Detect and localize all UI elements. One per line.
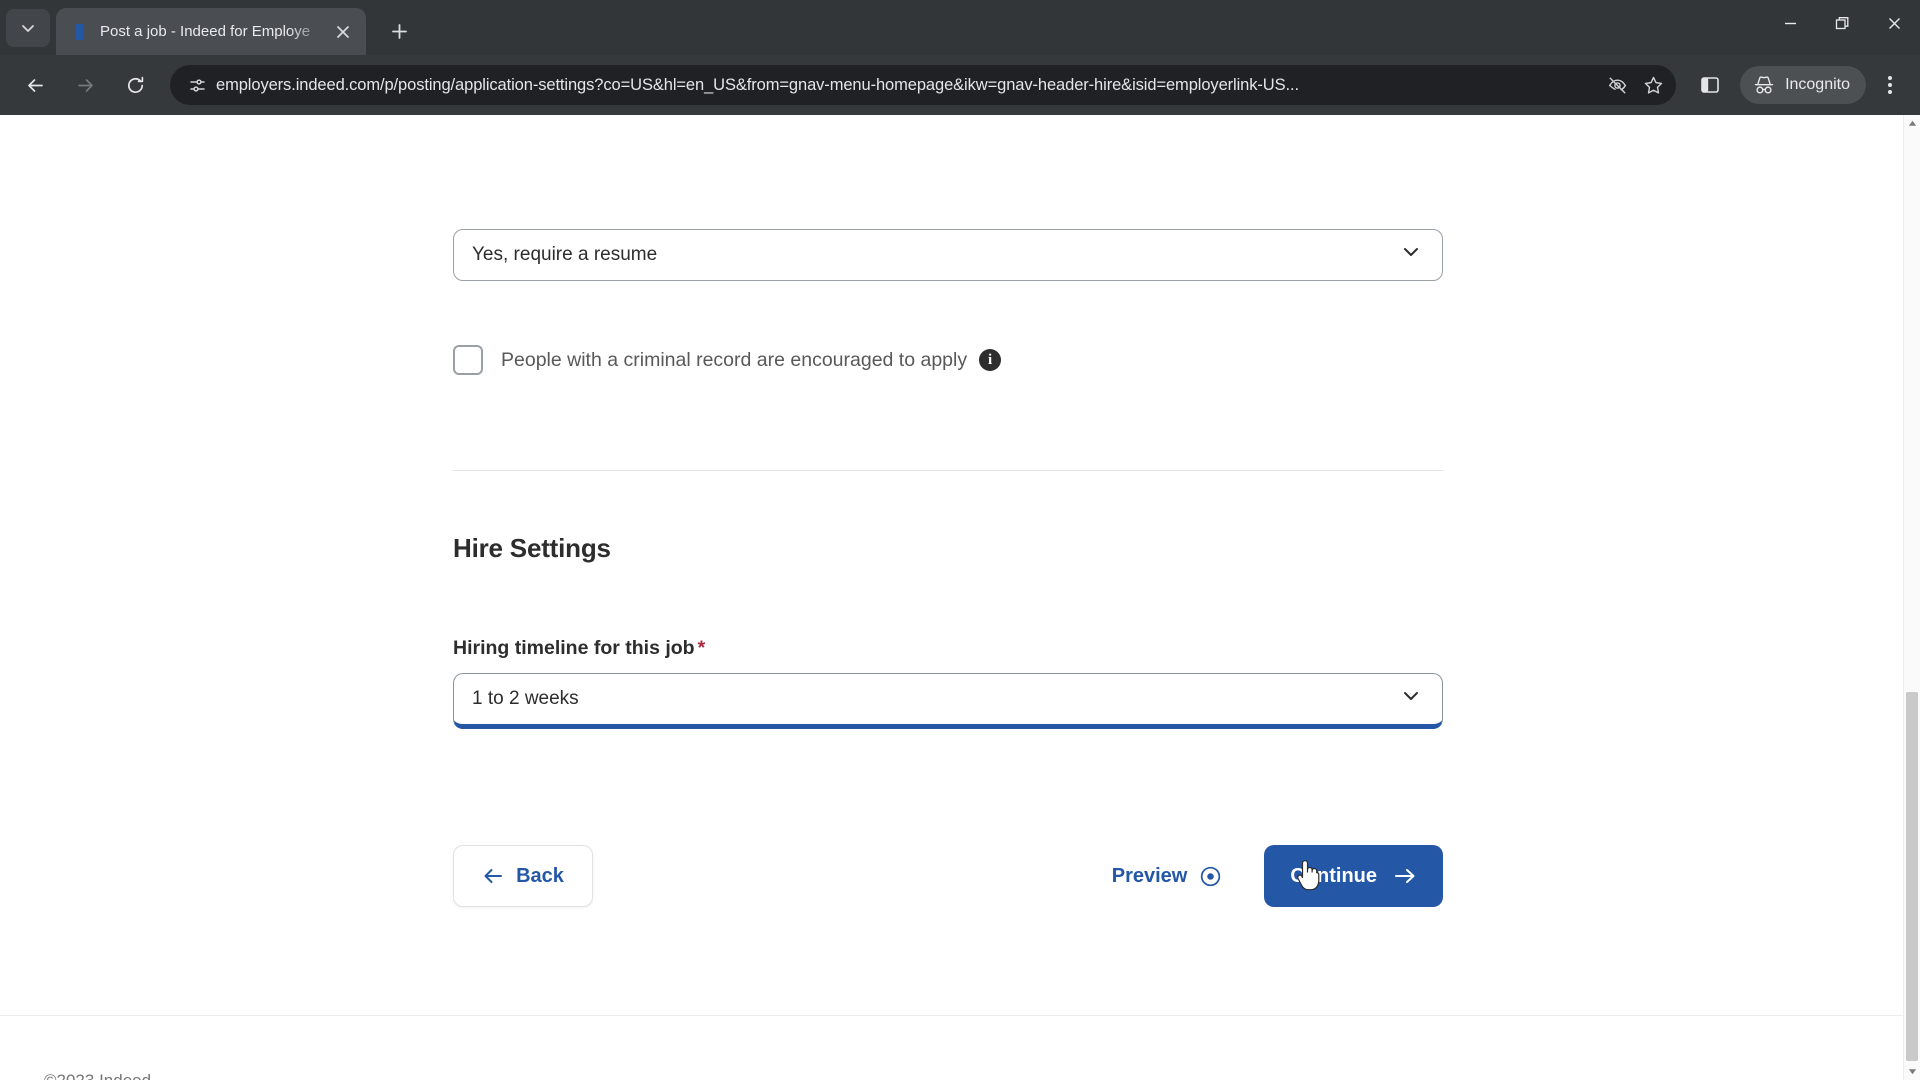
incognito-indicator[interactable]: Incognito (1740, 66, 1866, 104)
preview-button-label: Preview (1111, 864, 1188, 887)
page-viewport: Yes, require a resume People with a crim… (0, 115, 1920, 1080)
minimize-icon (1784, 22, 1796, 25)
footer-divider (0, 1015, 1903, 1016)
star-icon (1644, 76, 1662, 94)
hiring-timeline-label-text: Hiring timeline for this job (453, 637, 695, 659)
browser-toolbar: employers.indeed.com/p/posting/applicati… (0, 55, 1920, 115)
minimize-button[interactable] (1764, 0, 1816, 47)
plus-icon (391, 23, 407, 39)
arrow-right-icon (1393, 866, 1417, 886)
page-footer: ©2023 Indeed Cookies, privacy and terms … (44, 1071, 873, 1080)
required-asterisk: * (697, 637, 706, 659)
tab-title: Post a job - Indeed for Employe (100, 23, 311, 40)
scroll-up-button[interactable] (1904, 115, 1920, 132)
hiring-timeline-label: Hiring timeline for this job * (453, 637, 705, 660)
close-window-button[interactable] (1868, 0, 1920, 47)
eye-off-icon (1608, 77, 1626, 93)
arrow-left-icon (482, 866, 504, 886)
close-icon (1888, 18, 1900, 29)
continue-button-label: Continue (1290, 864, 1377, 887)
eye-icon (1199, 865, 1222, 888)
tab-strip: Post a job - Indeed for Employe (0, 0, 1920, 55)
criminal-record-checkbox-row[interactable]: People with a criminal record are encour… (453, 345, 1002, 375)
page-scrollbar[interactable] (1903, 115, 1920, 1080)
close-icon (337, 25, 349, 38)
hiring-timeline-field: 1 to 2 weeks (453, 673, 1443, 729)
restore-icon (1835, 17, 1848, 30)
page-settings-icon[interactable] (184, 76, 210, 95)
address-bar[interactable]: employers.indeed.com/p/posting/applicati… (170, 65, 1677, 105)
hiring-timeline-select[interactable]: 1 to 2 weeks (453, 673, 1443, 729)
incognito-label: Incognito (1785, 76, 1850, 93)
tracking-protection-button[interactable] (1600, 68, 1634, 102)
browser-window: Post a job - Indeed for Employe employer… (0, 0, 1920, 1080)
hire-settings-heading: Hire Settings (453, 533, 611, 563)
back-button-label: Back (516, 864, 564, 887)
section-divider (453, 470, 1443, 471)
preview-button[interactable]: Preview (1112, 865, 1223, 888)
indeed-favicon (70, 23, 88, 41)
side-panel-button[interactable] (1690, 65, 1730, 105)
back-button[interactable] (15, 65, 55, 105)
window-controls (1764, 0, 1920, 47)
browser-tab[interactable]: Post a job - Indeed for Employe (56, 8, 366, 55)
restore-button[interactable] (1816, 0, 1868, 47)
page-content: Yes, require a resume People with a crim… (0, 115, 1903, 1080)
scrollbar-track[interactable] (1904, 132, 1920, 1063)
reload-icon (127, 76, 143, 93)
reload-button[interactable] (115, 65, 155, 105)
caret-up-icon (1908, 120, 1916, 126)
caret-down-icon (1908, 1069, 1916, 1075)
continue-button[interactable]: Continue (1264, 845, 1443, 907)
scrollbar-thumb[interactable] (1906, 692, 1918, 1061)
form-actions: Back Preview Continue (453, 845, 1443, 907)
chevron-down-icon (22, 25, 34, 32)
resume-requirement-field: Yes, require a resume (453, 229, 1443, 281)
incognito-hat-icon (1754, 76, 1774, 94)
copyright-text: ©2023 Indeed (44, 1071, 873, 1080)
tab-close-button[interactable] (330, 19, 356, 45)
browser-menu-button[interactable] (1870, 65, 1910, 105)
chevron-down-icon (1400, 685, 1422, 713)
forward-button[interactable] (65, 65, 105, 105)
hiring-timeline-value: 1 to 2 weeks (472, 688, 579, 709)
sliders-icon (189, 78, 205, 92)
three-dots-icon (1888, 75, 1892, 80)
new-tab-button[interactable] (382, 14, 416, 48)
criminal-record-checkbox[interactable] (453, 345, 483, 375)
scroll-down-button[interactable] (1904, 1063, 1920, 1080)
resume-requirement-select[interactable]: Yes, require a resume (453, 229, 1443, 281)
info-icon[interactable]: i (979, 349, 1002, 371)
criminal-record-label: People with a criminal record are encour… (501, 348, 968, 371)
tab-search-button[interactable] (6, 9, 50, 47)
chevron-down-icon (1400, 241, 1422, 269)
arrow-left-icon (27, 78, 43, 92)
side-panel-icon (1701, 77, 1719, 93)
bookmark-button[interactable] (1636, 68, 1670, 102)
back-button[interactable]: Back (453, 845, 593, 907)
url-text: employers.indeed.com/p/posting/applicati… (216, 75, 1299, 94)
arrow-right-icon (77, 78, 93, 92)
resume-requirement-value: Yes, require a resume (472, 244, 658, 265)
